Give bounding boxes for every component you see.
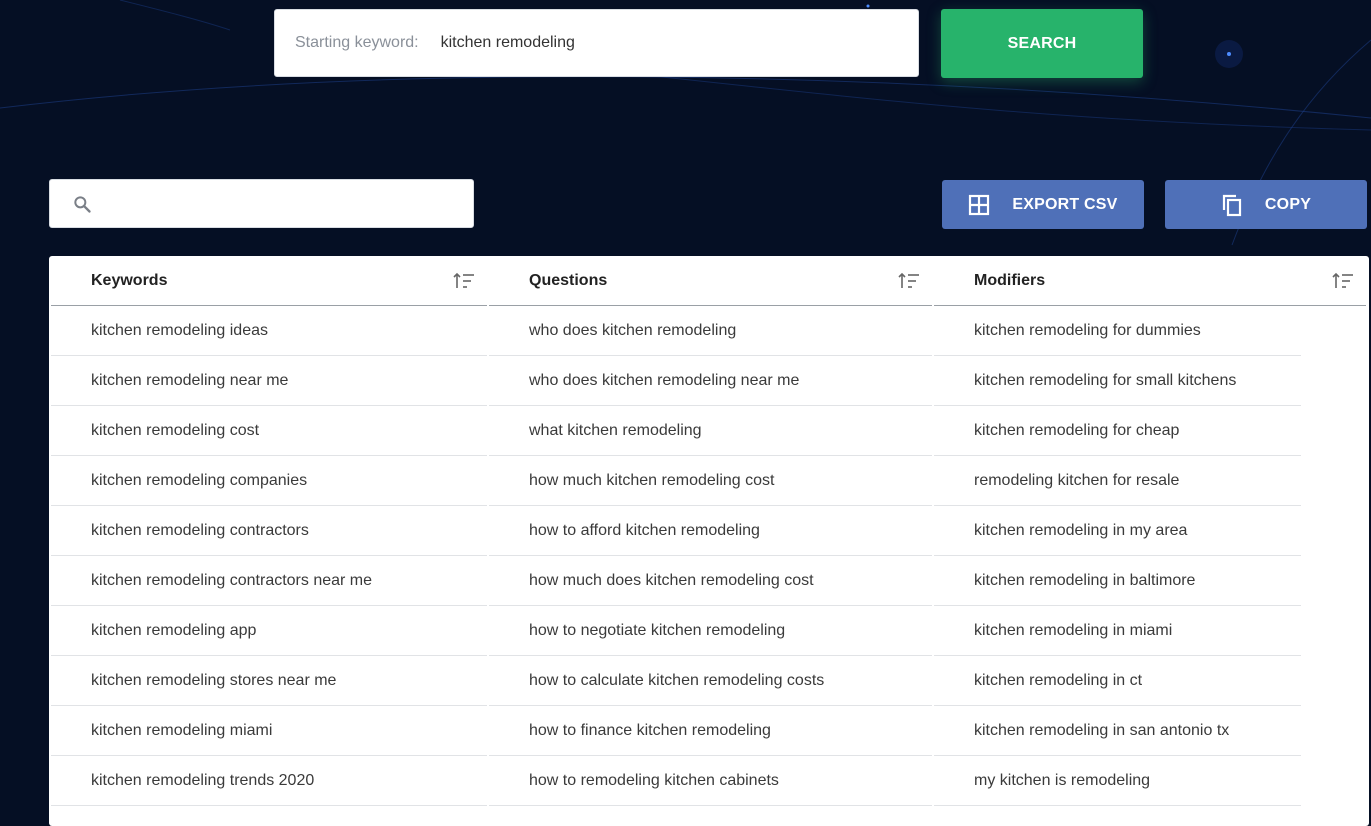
table-row[interactable]: kitchen remodeling contractors [51, 506, 487, 556]
modifiers-header[interactable]: Modifiers [934, 256, 1366, 306]
modifier-cell: remodeling kitchen for resale [974, 471, 1180, 489]
modifier-cell: kitchen remodeling in my area [974, 521, 1188, 539]
table-row[interactable]: kitchen remodeling in san antonio tx [934, 706, 1301, 756]
table-row[interactable]: kitchen remodeling for small kitchens [934, 356, 1301, 406]
filter-input[interactable] [104, 194, 468, 213]
table-row[interactable]: kitchen remodeling miami [51, 706, 487, 756]
table-row[interactable]: kitchen remodeling cost [51, 406, 487, 456]
starting-keyword-input[interactable] [438, 33, 883, 53]
keyword-cell: kitchen remodeling miami [91, 721, 273, 739]
modifier-cell: kitchen remodeling for dummies [974, 321, 1201, 339]
grid-icon [969, 194, 990, 215]
question-cell: how to afford kitchen remodeling [529, 521, 760, 539]
question-cell: how to finance kitchen remodeling [529, 721, 771, 739]
copy-icon [1222, 194, 1242, 216]
table-row[interactable]: kitchen remodeling companies [51, 456, 487, 506]
table-row[interactable]: kitchen remodeling in miami [934, 606, 1301, 656]
modifier-cell: kitchen remodeling in baltimore [974, 571, 1196, 589]
table-row[interactable]: kitchen remodeling in my area [934, 506, 1301, 556]
export-csv-button[interactable]: EXPORT CSV [942, 180, 1144, 229]
question-cell: who does kitchen remodeling near me [529, 371, 800, 389]
questions-column: Questions who does kitchen remodeling wh… [489, 256, 932, 806]
modifier-cell: kitchen remodeling in ct [974, 671, 1143, 689]
modifier-cell: my kitchen is remodeling [974, 771, 1151, 789]
keyword-cell: kitchen remodeling stores near me [91, 671, 337, 689]
questions-header-label: Questions [529, 271, 608, 289]
keywords-header-label: Keywords [91, 271, 168, 289]
sort-icon[interactable] [1332, 272, 1354, 290]
question-cell: how much does kitchen remodeling cost [529, 571, 814, 589]
copy-label: COPY [1264, 195, 1312, 213]
table-row[interactable]: kitchen remodeling contractors near me [51, 556, 487, 606]
keyword-cell: kitchen remodeling app [91, 621, 257, 639]
table-row[interactable]: how to afford kitchen remodeling [489, 506, 932, 556]
starting-keyword-box[interactable]: Starting keyword: [274, 9, 919, 77]
sort-icon[interactable] [898, 272, 920, 290]
results-table: Keywords kitchen remodeling ideas kitche… [49, 256, 1369, 826]
keyword-cell: kitchen remodeling companies [91, 471, 308, 489]
question-cell: how to calculate kitchen remodeling cost… [529, 671, 825, 689]
modifiers-header-label: Modifiers [974, 271, 1046, 289]
table-row[interactable]: remodeling kitchen for resale [934, 456, 1301, 506]
table-row[interactable]: how much kitchen remodeling cost [489, 456, 932, 506]
keyword-cell: kitchen remodeling ideas [91, 321, 268, 339]
table-row[interactable]: kitchen remodeling near me [51, 356, 487, 406]
table-row[interactable]: kitchen remodeling for dummies [934, 306, 1301, 356]
table-row[interactable]: kitchen remodeling in ct [934, 656, 1301, 706]
table-row[interactable]: kitchen remodeling for cheap [934, 406, 1301, 456]
modifier-cell: kitchen remodeling for cheap [974, 421, 1180, 439]
table-row[interactable]: how to remodeling kitchen cabinets [489, 756, 932, 806]
table-row[interactable]: how to negotiate kitchen remodeling [489, 606, 932, 656]
modifier-cell: kitchen remodeling in san antonio tx [974, 721, 1230, 739]
keywords-header[interactable]: Keywords [51, 256, 487, 306]
question-cell: who does kitchen remodeling [529, 321, 737, 339]
modifiers-column: Modifiers kitchen remodeling for dummies… [934, 256, 1366, 806]
search-icon [74, 195, 91, 213]
keywords-column: Keywords kitchen remodeling ideas kitche… [51, 256, 487, 806]
table-row[interactable]: what kitchen remodeling [489, 406, 932, 456]
questions-header[interactable]: Questions [489, 256, 932, 306]
table-row[interactable]: my kitchen is remodeling [934, 756, 1301, 806]
sort-icon[interactable] [453, 272, 475, 290]
table-row[interactable]: kitchen remodeling app [51, 606, 487, 656]
table-row[interactable]: kitchen remodeling in baltimore [934, 556, 1301, 606]
table-row[interactable]: who does kitchen remodeling near me [489, 356, 932, 406]
keyword-cell: kitchen remodeling contractors [91, 521, 309, 539]
question-cell: what kitchen remodeling [529, 421, 702, 439]
keyword-cell: kitchen remodeling cost [91, 421, 260, 439]
table-row[interactable]: who does kitchen remodeling [489, 306, 932, 356]
search-button[interactable]: SEARCH [941, 9, 1143, 78]
copy-button[interactable]: COPY [1165, 180, 1367, 229]
modifier-cell: kitchen remodeling for small kitchens [974, 371, 1237, 389]
table-row[interactable]: kitchen remodeling stores near me [51, 656, 487, 706]
modifier-cell: kitchen remodeling in miami [974, 621, 1173, 639]
keyword-cell: kitchen remodeling trends 2020 [91, 771, 315, 789]
table-row[interactable]: kitchen remodeling trends 2020 [51, 756, 487, 806]
filter-box[interactable] [49, 179, 474, 228]
table-row[interactable]: how to finance kitchen remodeling [489, 706, 932, 756]
export-csv-label: EXPORT CSV [1012, 195, 1118, 213]
question-cell: how much kitchen remodeling cost [529, 471, 775, 489]
question-cell: how to negotiate kitchen remodeling [529, 621, 786, 639]
starting-keyword-label: Starting keyword: [295, 34, 419, 51]
table-row[interactable]: kitchen remodeling ideas [51, 306, 487, 356]
keyword-cell: kitchen remodeling contractors near me [91, 571, 373, 589]
keyword-cell: kitchen remodeling near me [91, 371, 289, 389]
table-row[interactable]: how much does kitchen remodeling cost [489, 556, 932, 606]
question-cell: how to remodeling kitchen cabinets [529, 771, 779, 789]
table-row[interactable]: how to calculate kitchen remodeling cost… [489, 656, 932, 706]
